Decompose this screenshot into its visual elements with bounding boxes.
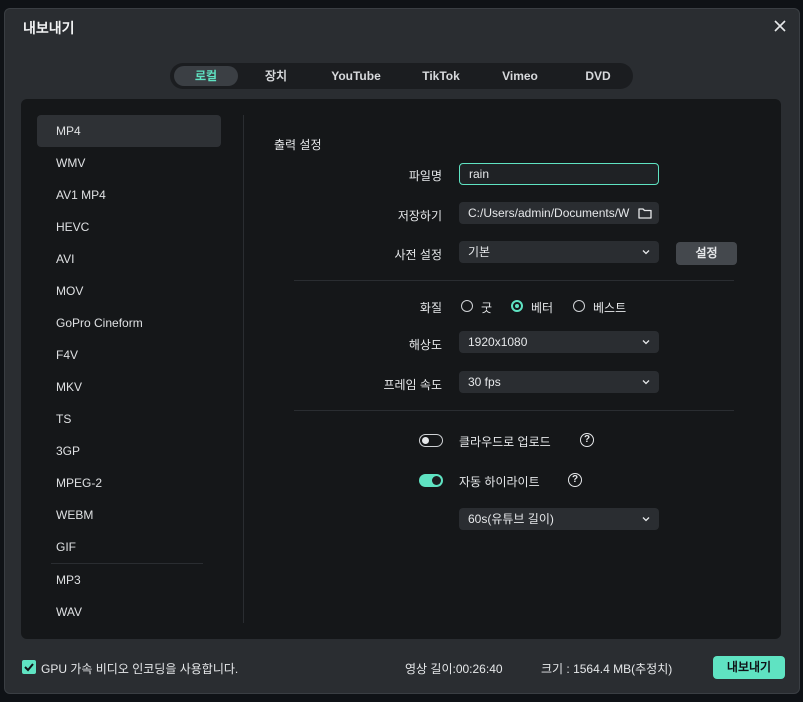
- gpu-checkbox[interactable]: [22, 660, 36, 674]
- auto-highlight-label: 자동 하이라이트: [459, 475, 540, 489]
- tab-bar: 로컬 장치 YouTube TikTok Vimeo DVD: [170, 63, 633, 89]
- format-item-mp4[interactable]: MP4: [37, 115, 221, 147]
- chevron-down-icon: [642, 340, 650, 345]
- format-item-av1-mp4[interactable]: AV1 MP4: [37, 179, 221, 211]
- resolution-select[interactable]: 1920x1080: [459, 331, 659, 353]
- save-path-field[interactable]: C:/Users/admin/Documents/W: [459, 202, 659, 224]
- preset-label: 사전 설정: [394, 248, 443, 262]
- framerate-label: 프레임 속도: [383, 378, 442, 392]
- quality-option-best: 베스트: [593, 301, 627, 315]
- highlight-length-select[interactable]: 60s(유튜브 길이): [459, 508, 659, 530]
- tab-dvd[interactable]: DVD: [570, 66, 626, 86]
- tab-youtube[interactable]: YouTube: [320, 66, 392, 86]
- quality-option-better: 베터: [531, 301, 554, 315]
- quality-label: 화질: [419, 301, 442, 315]
- format-item-gif[interactable]: GIF: [37, 531, 221, 563]
- format-item-mp3[interactable]: MP3: [37, 564, 221, 596]
- check-icon: [24, 663, 34, 672]
- format-item-3gp[interactable]: 3GP: [37, 435, 221, 467]
- help-icon[interactable]: ?: [568, 473, 582, 487]
- format-item-hevc[interactable]: HEVC: [37, 211, 221, 243]
- framerate-value: 30 fps: [468, 375, 501, 389]
- quality-radio-good[interactable]: [461, 300, 473, 312]
- format-item-webm[interactable]: WEBM: [37, 499, 221, 531]
- save-location-label: 저장하기: [397, 209, 442, 223]
- highlight-length-value: 60s(유튜브 길이): [468, 512, 554, 526]
- quality-radio-better[interactable]: [511, 300, 523, 312]
- filename-label: 파일명: [408, 169, 442, 183]
- format-item-f4v[interactable]: F4V: [37, 339, 221, 371]
- tab-vimeo[interactable]: Vimeo: [492, 66, 548, 86]
- export-button[interactable]: 내보내기: [713, 656, 785, 679]
- chevron-down-icon: [642, 250, 650, 255]
- estimated-size: 크기 : 1564.4 MB(추정치): [541, 662, 673, 676]
- framerate-select[interactable]: 30 fps: [459, 371, 659, 393]
- dialog-title: 내보내기: [23, 20, 75, 36]
- chevron-down-icon: [642, 380, 650, 385]
- preset-select[interactable]: 기본: [459, 241, 659, 263]
- resolution-label: 해상도: [408, 338, 442, 352]
- tab-device[interactable]: 장치: [248, 66, 304, 86]
- close-icon[interactable]: [773, 19, 787, 33]
- chevron-down-icon: [642, 517, 650, 522]
- cloud-upload-toggle[interactable]: [419, 434, 443, 447]
- resolution-value: 1920x1080: [468, 335, 528, 349]
- preset-value: 기본: [468, 245, 491, 259]
- format-item-gopro-cineform[interactable]: GoPro Cineform: [37, 307, 221, 339]
- cloud-upload-label: 클라우드로 업로드: [459, 435, 551, 449]
- format-item-ts[interactable]: TS: [37, 403, 221, 435]
- format-item-wmv[interactable]: WMV: [37, 147, 221, 179]
- format-item-wav[interactable]: WAV: [37, 596, 221, 628]
- format-item-mov[interactable]: MOV: [37, 275, 221, 307]
- save-path-text: C:/Users/admin/Documents/W: [468, 206, 630, 220]
- help-icon[interactable]: ?: [580, 433, 594, 447]
- tab-local[interactable]: 로컬: [174, 66, 238, 86]
- folder-icon[interactable]: [637, 205, 653, 221]
- format-list: MP4 WMV AV1 MP4 HEVC AVI MOV GoPro Cinef…: [37, 115, 221, 628]
- settings-button[interactable]: 설정: [676, 242, 737, 265]
- quality-option-good: 굿: [481, 301, 493, 315]
- video-duration: 영상 길이:00:26:40: [405, 662, 503, 676]
- divider: [294, 280, 734, 281]
- quality-radio-best[interactable]: [573, 300, 585, 312]
- panel-divider: [243, 115, 244, 623]
- settings-panel: MP4 WMV AV1 MP4 HEVC AVI MOV GoPro Cinef…: [21, 99, 781, 639]
- gpu-label: GPU 가속 비디오 인코딩을 사용합니다.: [41, 662, 239, 676]
- format-item-avi[interactable]: AVI: [37, 243, 221, 275]
- export-dialog: 내보내기 로컬 장치 YouTube TikTok Vimeo DVD MP4 …: [4, 8, 800, 694]
- format-item-mpeg2[interactable]: MPEG-2: [37, 467, 221, 499]
- filename-input[interactable]: rain: [459, 163, 659, 185]
- tab-tiktok[interactable]: TikTok: [410, 66, 472, 86]
- output-settings-title: 출력 설정: [274, 138, 322, 152]
- auto-highlight-toggle[interactable]: [419, 474, 443, 487]
- format-item-mkv[interactable]: MKV: [37, 371, 221, 403]
- divider: [294, 410, 734, 411]
